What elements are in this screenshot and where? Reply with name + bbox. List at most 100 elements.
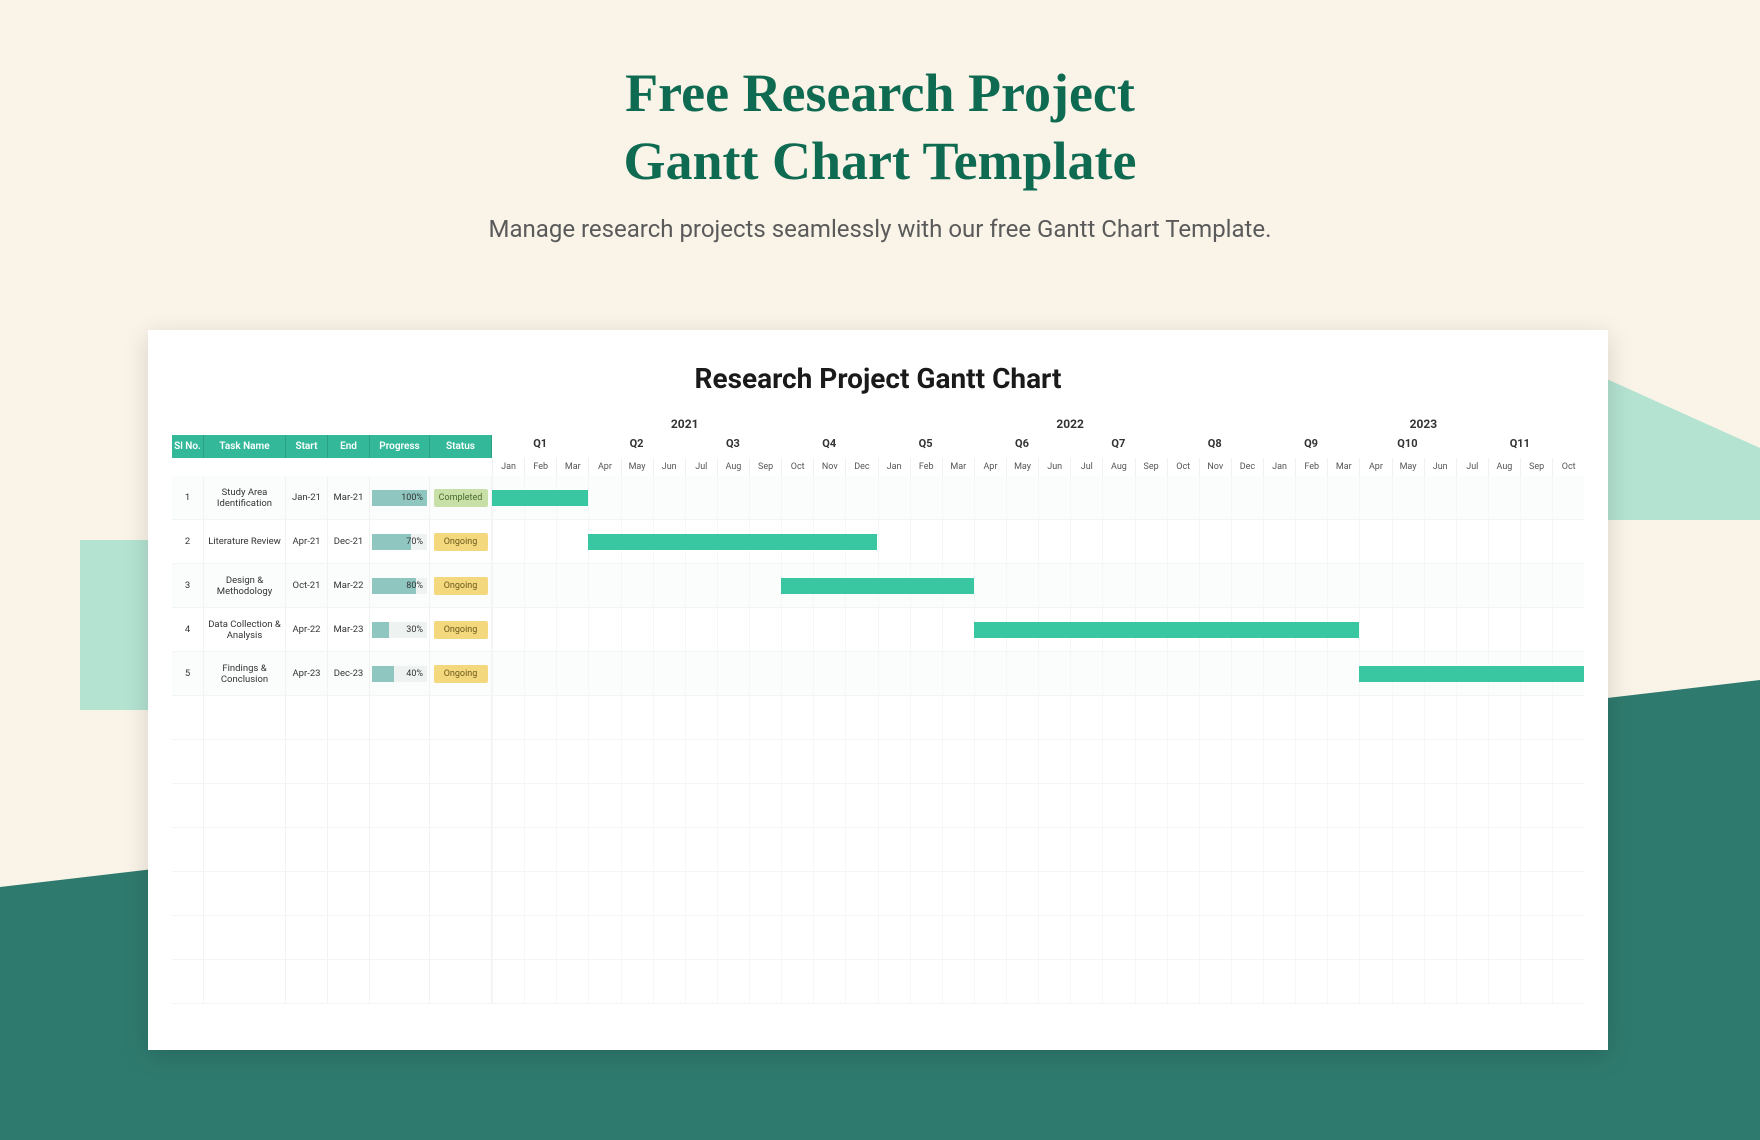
page-title-line1: Free Research Project: [625, 63, 1135, 123]
task-progress: 80%: [370, 564, 430, 607]
column-header-end: End: [328, 435, 370, 458]
task-sl: 3: [172, 564, 204, 607]
month-label: May: [621, 458, 653, 476]
gantt-empty-row: [172, 916, 1584, 960]
gantt-bar: [588, 534, 877, 550]
month-label: Feb: [910, 458, 942, 476]
gantt-task-row: 5Findings & ConclusionApr-23Dec-2340%Ong…: [172, 652, 1584, 696]
timeline-quarters-row: Sl No. Task Name Start End Progress Stat…: [172, 435, 1584, 458]
month-label: Aug: [717, 458, 749, 476]
quarter-label: Q2: [588, 435, 684, 458]
task-name: Findings & Conclusion: [204, 652, 286, 695]
month-label: Jun: [1038, 458, 1070, 476]
quarter-label: Q4: [781, 435, 877, 458]
month-label: Sep: [749, 458, 781, 476]
task-start: Jan-21: [286, 476, 328, 519]
gantt-empty-row: [172, 828, 1584, 872]
task-name: Data Collection & Analysis: [204, 608, 286, 651]
month-label: Dec: [845, 458, 877, 476]
quarter-label: Q1: [492, 435, 588, 458]
gantt-bar: [492, 490, 588, 506]
month-label: Aug: [1488, 458, 1520, 476]
chart-title: Research Project Gantt Chart: [172, 362, 1584, 395]
task-start: Oct-21: [286, 564, 328, 607]
task-progress: 70%: [370, 520, 430, 563]
quarter-label: Q10: [1359, 435, 1455, 458]
month-label: Sep: [1135, 458, 1167, 476]
page-title: Free Research Project Gantt Chart Templa…: [0, 60, 1760, 195]
month-label: Jun: [1424, 458, 1456, 476]
month-label: Apr: [1359, 458, 1391, 476]
quarter-label: Q9: [1263, 435, 1359, 458]
task-end: Mar-21: [328, 476, 370, 519]
task-name: Literature Review: [204, 520, 286, 563]
gantt-task-row: 3Design & MethodologyOct-21Mar-2280%Ongo…: [172, 564, 1584, 608]
month-label: Sep: [1520, 458, 1552, 476]
task-name: Design & Methodology: [204, 564, 286, 607]
quarter-label: Q8: [1167, 435, 1263, 458]
month-label: Oct: [1552, 458, 1584, 476]
gantt-bar: [1359, 666, 1584, 682]
month-label: Apr: [588, 458, 620, 476]
month-label: Mar: [556, 458, 588, 476]
gantt-empty-row: [172, 784, 1584, 828]
column-header-start: Start: [286, 435, 328, 458]
task-start: Apr-23: [286, 652, 328, 695]
month-label: Feb: [1295, 458, 1327, 476]
gantt-empty-row: [172, 960, 1584, 1004]
task-end: Mar-23: [328, 608, 370, 651]
quarter-label: Q7: [1070, 435, 1166, 458]
month-label: Jan: [492, 458, 524, 476]
timeline-years-row: 2021 2022 2023: [172, 413, 1584, 435]
month-label: Aug: [1102, 458, 1134, 476]
task-sl: 2: [172, 520, 204, 563]
task-end: Dec-21: [328, 520, 370, 563]
task-sl: 5: [172, 652, 204, 695]
month-label: Jul: [1456, 458, 1488, 476]
page-title-line2: Gantt Chart Template: [624, 131, 1137, 191]
task-status: Completed: [430, 476, 492, 519]
quarter-label: Q3: [685, 435, 781, 458]
month-label: Nov: [1199, 458, 1231, 476]
gantt-task-row: 1Study Area IdentificationJan-21Mar-2110…: [172, 476, 1584, 520]
gantt-empty-row: [172, 696, 1584, 740]
gantt-empty-row: [172, 740, 1584, 784]
month-label: Feb: [524, 458, 556, 476]
page-subtitle: Manage research projects seamlessly with…: [0, 215, 1760, 243]
year-label: 2022: [877, 413, 1262, 435]
quarter-label: Q11: [1456, 435, 1584, 458]
month-label: Dec: [1231, 458, 1263, 476]
task-progress: 30%: [370, 608, 430, 651]
gantt-task-row: 2Literature ReviewApr-21Dec-2170%Ongoing: [172, 520, 1584, 564]
gantt-chart: 2021 2022 2023 Sl No. Task Name Start En…: [172, 413, 1584, 1004]
timeline-months-row: JanFebMarAprMayJunJulAugSepOctNovDecJanF…: [172, 458, 1584, 476]
quarter-label: Q6: [974, 435, 1070, 458]
month-label: Jun: [653, 458, 685, 476]
task-start: Apr-21: [286, 520, 328, 563]
task-progress: 100%: [370, 476, 430, 519]
task-end: Dec-23: [328, 652, 370, 695]
task-status: Ongoing: [430, 652, 492, 695]
month-label: Apr: [974, 458, 1006, 476]
month-label: Mar: [1327, 458, 1359, 476]
task-status: Ongoing: [430, 608, 492, 651]
month-label: Jul: [685, 458, 717, 476]
column-header-task: Task Name: [204, 435, 286, 458]
column-header-status: Status: [430, 435, 492, 458]
month-label: Nov: [813, 458, 845, 476]
task-progress: 40%: [370, 652, 430, 695]
quarter-label: Q5: [877, 435, 973, 458]
year-label: 2023: [1263, 413, 1584, 435]
month-label: Jul: [1070, 458, 1102, 476]
month-label: Oct: [1167, 458, 1199, 476]
task-status: Ongoing: [430, 520, 492, 563]
month-label: Jan: [1263, 458, 1295, 476]
gantt-chart-card: Research Project Gantt Chart 2021 2022 2…: [148, 330, 1608, 1050]
task-start: Apr-22: [286, 608, 328, 651]
month-label: May: [1392, 458, 1424, 476]
column-header-progress: Progress: [370, 435, 430, 458]
month-label: Oct: [781, 458, 813, 476]
column-header-sl: Sl No.: [172, 435, 204, 458]
month-label: Jan: [878, 458, 910, 476]
task-name: Study Area Identification: [204, 476, 286, 519]
